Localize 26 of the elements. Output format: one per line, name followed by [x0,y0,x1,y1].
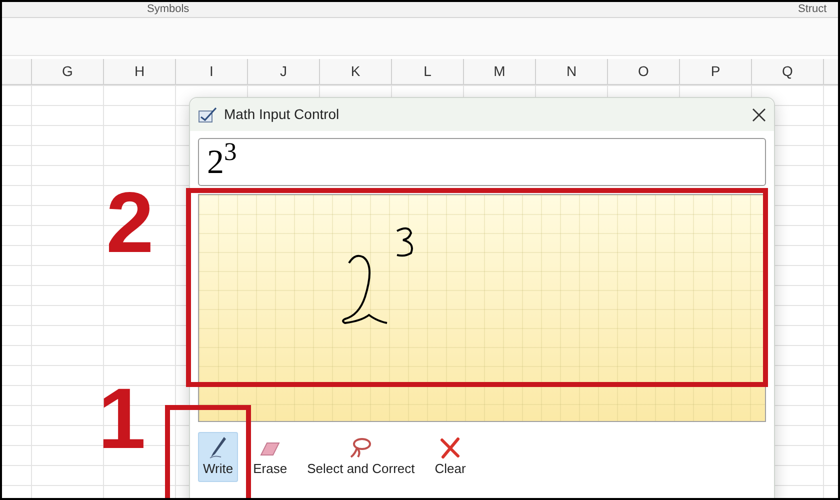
column-header[interactable]: P [680,59,752,84]
column-header[interactable]: H [104,59,176,84]
column-header[interactable]: O [608,59,680,84]
tool-button[interactable]: Erase [248,436,292,482]
column-header[interactable]: N [536,59,608,84]
checkmark-pen-icon [198,106,218,124]
column-header[interactable]: M [464,59,536,84]
column-header[interactable]: I [176,59,248,84]
math-expression: 2$^{3}$ [207,136,237,182]
column-header[interactable]: J [248,59,320,84]
annotation-number: 2 [106,180,154,266]
ribbon-group-label: Struct [798,3,827,15]
ribbon-group-label: Symbols [147,3,190,15]
lasso-icon [348,437,373,459]
tool-button[interactable]: Write [198,432,238,482]
tool-button[interactable]: Clear [430,434,471,482]
tool-button[interactable]: Select and Correct [302,434,420,482]
annotation-number: 1 [98,376,146,462]
writing-pad[interactable] [198,194,766,422]
window-title: Math Input Control [224,105,340,124]
column-header[interactable]: L [392,59,464,84]
column-header[interactable]: K [320,59,392,84]
column-header[interactable]: Q [752,59,824,84]
column-header[interactable]: G [32,59,104,84]
clear-x-icon [439,437,462,459]
close-icon[interactable] [752,108,766,122]
